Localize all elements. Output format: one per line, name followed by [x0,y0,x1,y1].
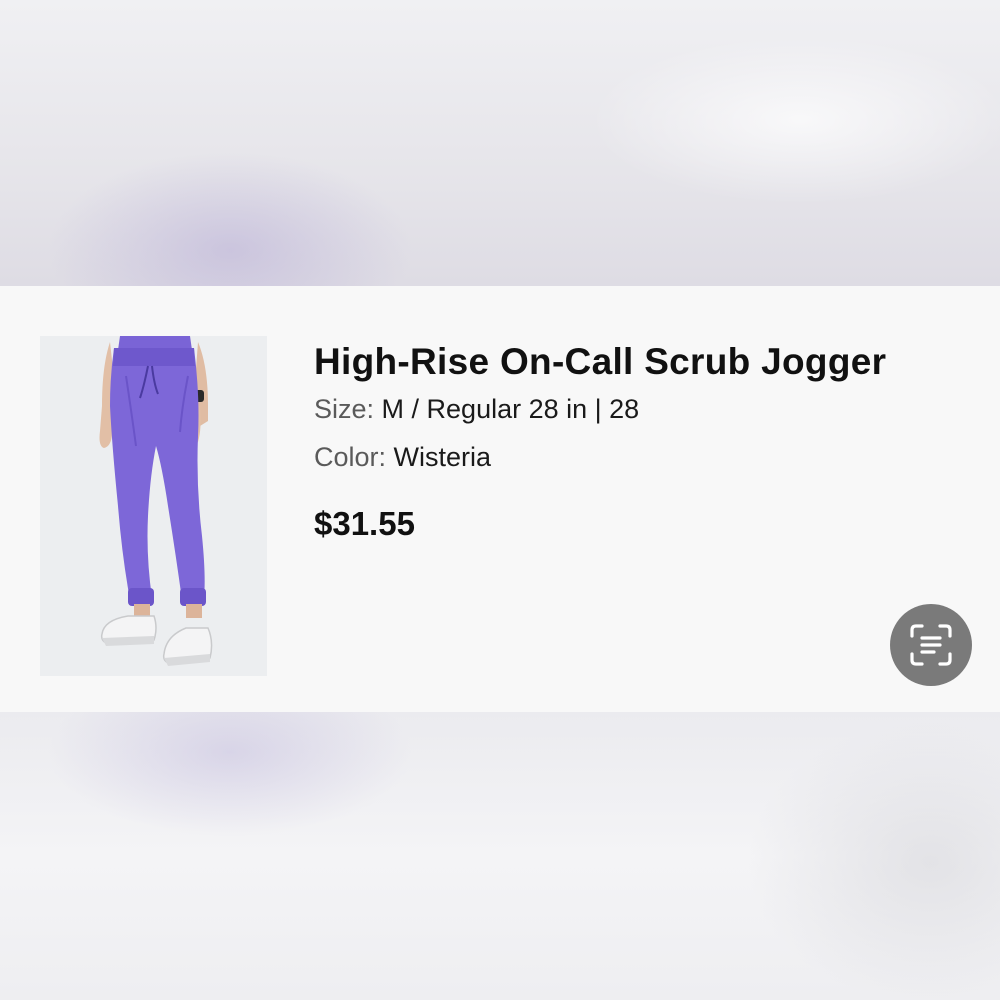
size-label: Size: [314,394,375,424]
size-value: M / Regular 28 in | 28 [381,394,640,424]
blurred-background-bottom [0,712,1000,1000]
product-card[interactable]: High-Rise On-Call Scrub Jogger Size: M /… [0,286,1000,712]
product-size: Size: M / Regular 28 in | 28 [314,390,974,428]
blurred-background-top [0,0,1000,286]
product-image[interactable] [40,336,267,676]
product-title[interactable]: High-Rise On-Call Scrub Jogger [314,338,974,386]
product-color: Color: Wisteria [314,438,974,476]
color-value: Wisteria [393,442,492,472]
product-photo-icon [40,336,267,676]
product-price: $31.55 [314,505,415,542]
text-scan-button[interactable] [890,604,972,686]
product-info: High-Rise On-Call Scrub Jogger Size: M /… [314,338,974,544]
text-scan-icon [910,624,952,666]
color-label: Color: [314,442,387,472]
